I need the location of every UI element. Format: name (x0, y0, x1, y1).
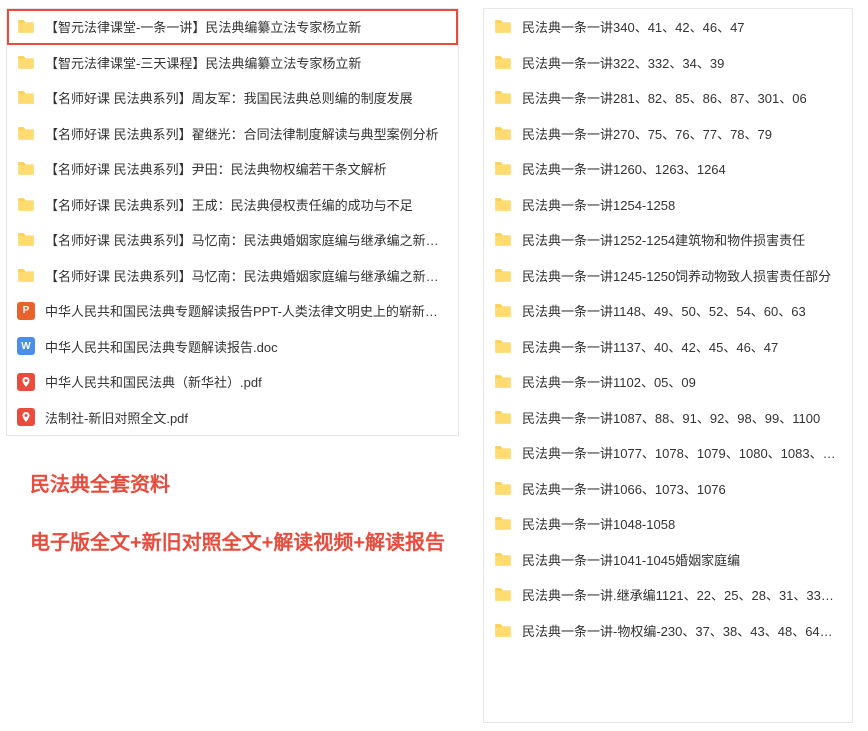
file-name-label: 中华人民共和国民法典专题解读报告PPT-人类法律文明史上的崭新路标.pptx (45, 301, 448, 320)
folder-icon (494, 621, 512, 639)
right-file-row[interactable]: 民法典一条一讲.继承编1121、22、25、28、31、33、36 (484, 577, 852, 613)
left-file-row[interactable]: 【名师好课 民法典系列】翟继光：合同法律制度解读与典型案例分析 (7, 116, 458, 152)
right-file-row[interactable]: 民法典一条一讲1087、88、91、92、98、99、1100 (484, 400, 852, 436)
file-name-label: 【名师好课 民法典系列】周友军：我国民法典总则编的制度发展 (45, 88, 413, 107)
file-name-label: 民法典一条一讲322、332、34、39 (522, 53, 724, 72)
folder-icon (17, 89, 35, 107)
right-file-row[interactable]: 民法典一条一讲270、75、76、77、78、79 (484, 116, 852, 152)
folder-icon (494, 408, 512, 426)
file-name-label: 中华人民共和国民法典（新华社）.pdf (45, 372, 262, 391)
folder-icon (17, 18, 35, 36)
file-name-label: 【名师好课 民法典系列】马忆南：民法典婚姻家庭编与继承编之新发展（下） (45, 230, 448, 249)
right-file-row[interactable]: 民法典一条一讲1102、05、09 (484, 364, 852, 400)
file-name-label: 民法典一条一讲-物权编-230、37、38、43、48、64、69 (522, 621, 842, 640)
left-file-row[interactable]: 中华人民共和国民法典（新华社）.pdf (7, 364, 458, 400)
right-file-row[interactable]: 民法典一条一讲1260、1263、1264 (484, 151, 852, 187)
file-name-label: 民法典一条一讲340、41、42、46、47 (522, 17, 745, 36)
file-name-label: 民法典一条一讲1254-1258 (522, 195, 675, 214)
folder-icon (494, 160, 512, 178)
file-name-label: 【智元法律课堂-三天课程】民法典编纂立法专家杨立新 (45, 53, 361, 72)
file-name-label: 民法典一条一讲1066、1073、1076 (522, 479, 726, 498)
file-name-label: 民法典一条一讲1102、05、09 (522, 372, 696, 391)
right-file-list: 民法典一条一讲340、41、42、46、47 民法典一条一讲322、332、34、… (483, 8, 853, 723)
folder-icon (494, 373, 512, 391)
left-file-row[interactable]: W 中华人民共和国民法典专题解读报告.doc (7, 329, 458, 365)
right-file-row[interactable]: 民法典一条一讲340、41、42、46、47 (484, 9, 852, 45)
left-file-row[interactable]: 【智元法律课堂-三天课程】民法典编纂立法专家杨立新 (7, 45, 458, 81)
file-name-label: 【名师好课 民法典系列】尹田：民法典物权编若干条文解析 (45, 159, 387, 178)
right-file-row[interactable]: 民法典一条一讲1254-1258 (484, 187, 852, 223)
right-file-row[interactable]: 民法典一条一讲-物权编-230、37、38、43、48、64、69 (484, 613, 852, 649)
folder-icon (494, 18, 512, 36)
right-file-row[interactable]: 民法典一条一讲281、82、85、86、87、301、06 (484, 80, 852, 116)
folder-icon (494, 231, 512, 249)
file-name-label: 法制社-新旧对照全文.pdf (45, 408, 188, 427)
right-file-row[interactable]: 民法典一条一讲1137、40、42、45、46、47 (484, 329, 852, 365)
folder-icon (494, 479, 512, 497)
file-name-label: 民法典一条一讲1041-1045婚姻家庭编 (522, 550, 740, 569)
folder-icon (17, 160, 35, 178)
file-name-label: 民法典一条一讲1260、1263、1264 (522, 159, 726, 178)
file-name-label: 【名师好课 民法典系列】翟继光：合同法律制度解读与典型案例分析 (45, 124, 439, 143)
folder-icon (494, 337, 512, 355)
folder-icon (494, 302, 512, 320)
promo-line2: 电子版全文+新旧对照全文+解读视频+解读报告 (30, 526, 450, 560)
file-name-label: 民法典一条一讲1245-1250饲养动物致人损害责任部分 (522, 266, 831, 285)
right-file-row[interactable]: 民法典一条一讲1077、1078、1079、1080、1083、1084。 (484, 435, 852, 471)
pdf-icon (17, 373, 35, 391)
file-name-label: 【名师好课 民法典系列】马忆南：民法典婚姻家庭编与继承编之新发展（上） (45, 266, 448, 285)
file-name-label: 民法典一条一讲1048-1058 (522, 514, 675, 533)
pdf-icon (17, 408, 35, 426)
folder-icon (17, 124, 35, 142)
file-name-label: 民法典一条一讲281、82、85、86、87、301、06 (522, 88, 807, 107)
folder-icon (494, 124, 512, 142)
left-file-row[interactable]: P 中华人民共和国民法典专题解读报告PPT-人类法律文明史上的崭新路标.pptx (7, 293, 458, 329)
folder-icon (494, 586, 512, 604)
file-name-label: 民法典一条一讲1148、49、50、52、54、60、63 (522, 301, 806, 320)
left-file-row[interactable]: 【名师好课 民法典系列】尹田：民法典物权编若干条文解析 (7, 151, 458, 187)
file-name-label: 民法典一条一讲1077、1078、1079、1080、1083、1084。 (522, 443, 842, 462)
ppt-icon: P (17, 302, 35, 320)
right-file-row[interactable]: 民法典一条一讲1148、49、50、52、54、60、63 (484, 293, 852, 329)
word-icon: W (17, 337, 35, 355)
left-file-row[interactable]: 法制社-新旧对照全文.pdf (7, 400, 458, 436)
folder-icon (494, 89, 512, 107)
right-file-row[interactable]: 民法典一条一讲1041-1045婚姻家庭编 (484, 542, 852, 578)
left-file-row[interactable]: 【名师好课 民法典系列】马忆南：民法典婚姻家庭编与继承编之新发展（上） (7, 258, 458, 294)
left-file-row[interactable]: 【智元法律课堂-一条一讲】民法典编纂立法专家杨立新 (7, 9, 458, 45)
file-name-label: 民法典一条一讲1087、88、91、92、98、99、1100 (522, 408, 820, 427)
promo-text: 民法典全套资料 电子版全文+新旧对照全文+解读视频+解读报告 (30, 468, 450, 560)
right-file-row[interactable]: 民法典一条一讲1252-1254建筑物和物件损害责任 (484, 222, 852, 258)
file-name-label: 【智元法律课堂-一条一讲】民法典编纂立法专家杨立新 (45, 17, 361, 36)
file-name-label: 民法典一条一讲.继承编1121、22、25、28、31、33、36 (522, 585, 842, 604)
promo-line1: 民法典全套资料 (30, 468, 450, 502)
folder-icon (494, 515, 512, 533)
folder-icon (494, 444, 512, 462)
folder-icon (494, 53, 512, 71)
left-file-row[interactable]: 【名师好课 民法典系列】马忆南：民法典婚姻家庭编与继承编之新发展（下） (7, 222, 458, 258)
file-name-label: 民法典一条一讲270、75、76、77、78、79 (522, 124, 772, 143)
right-file-row[interactable]: 民法典一条一讲1245-1250饲养动物致人损害责任部分 (484, 258, 852, 294)
left-file-list: 【智元法律课堂-一条一讲】民法典编纂立法专家杨立新【智元法律课堂-三天课程】民法… (6, 8, 459, 436)
file-name-label: 民法典一条一讲1137、40、42、45、46、47 (522, 337, 778, 356)
folder-icon (494, 195, 512, 213)
folder-icon (17, 53, 35, 71)
file-name-label: 【名师好课 民法典系列】王成：民法典侵权责任编的成功与不足 (45, 195, 413, 214)
left-file-row[interactable]: 【名师好课 民法典系列】周友军：我国民法典总则编的制度发展 (7, 80, 458, 116)
folder-icon (494, 266, 512, 284)
left-file-row[interactable]: 【名师好课 民法典系列】王成：民法典侵权责任编的成功与不足 (7, 187, 458, 223)
right-file-row[interactable]: 民法典一条一讲1048-1058 (484, 506, 852, 542)
folder-icon (17, 266, 35, 284)
folder-icon (17, 195, 35, 213)
folder-icon (17, 231, 35, 249)
file-name-label: 中华人民共和国民法典专题解读报告.doc (45, 337, 278, 356)
right-file-row[interactable]: 民法典一条一讲322、332、34、39 (484, 45, 852, 81)
file-name-label: 民法典一条一讲1252-1254建筑物和物件损害责任 (522, 230, 805, 249)
folder-icon (494, 550, 512, 568)
right-file-row[interactable]: 民法典一条一讲1066、1073、1076 (484, 471, 852, 507)
